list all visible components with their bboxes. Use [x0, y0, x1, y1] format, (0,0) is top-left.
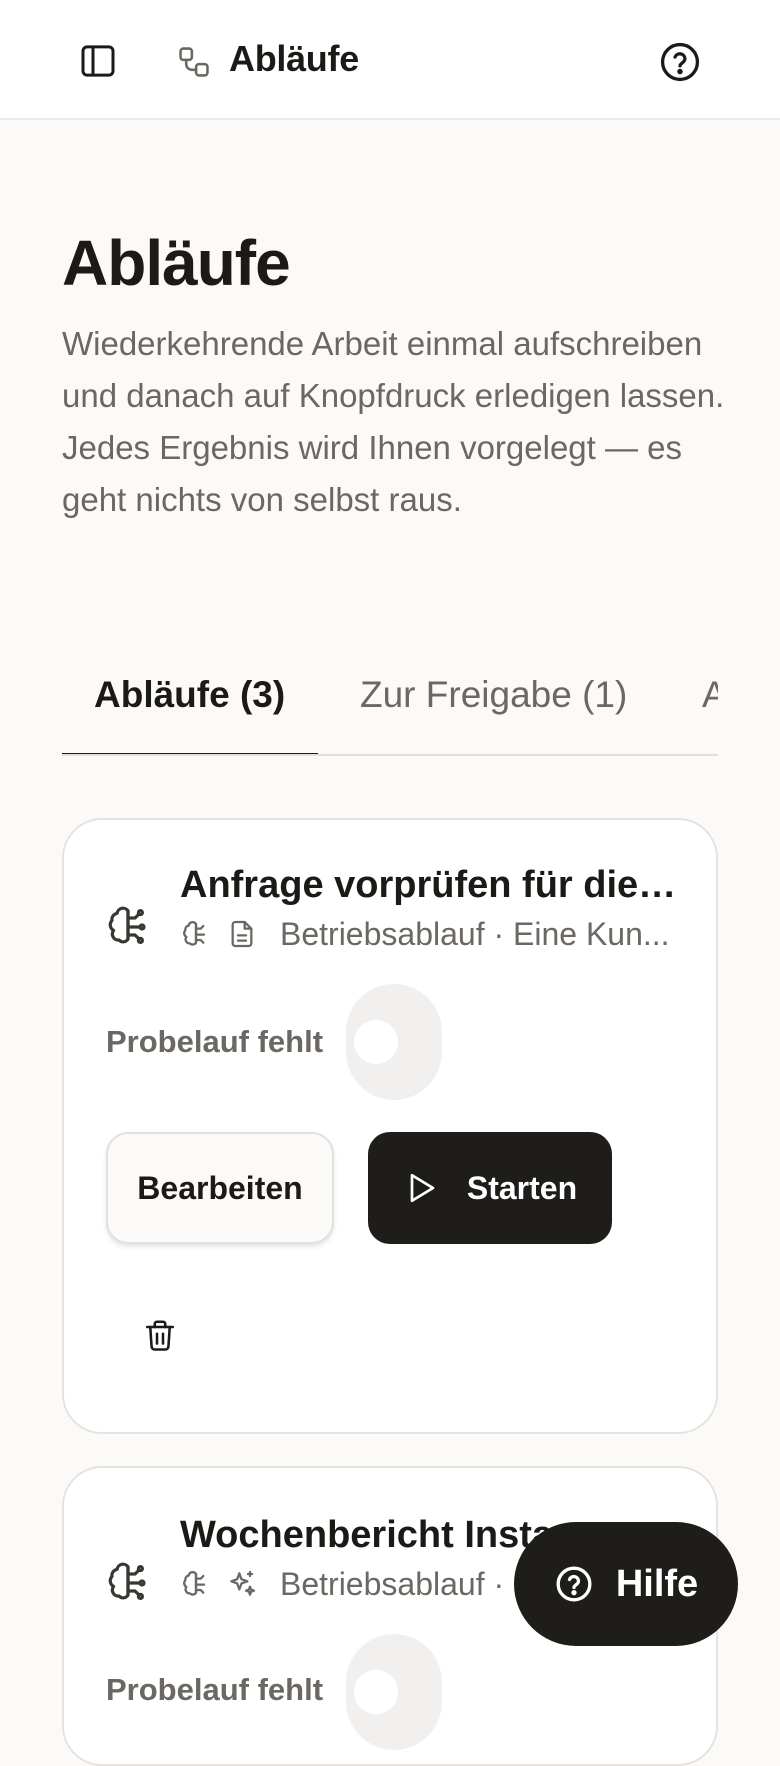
workflow-icon [174, 42, 214, 82]
start-button[interactable]: Starten [368, 1132, 612, 1244]
brain-icon [180, 1568, 212, 1600]
sidebar-panel-icon[interactable] [70, 36, 126, 86]
help-button[interactable]: Hilfe [514, 1522, 738, 1646]
topbar-title: Abläufe [229, 38, 359, 79]
sparkles-icon [226, 1568, 258, 1600]
toggle-knob [354, 1020, 398, 1064]
active-tab-indicator [62, 753, 318, 754]
trial-status-label: Probelauf fehlt [106, 1672, 324, 1707]
trial-toggle[interactable] [346, 1634, 442, 1750]
page-title: Abläufe [62, 227, 291, 299]
workflow-card: Anfrage vorprüfen für die ... Betriebsab… [62, 818, 718, 1434]
help-circle-icon[interactable] [654, 36, 706, 88]
brain-icon [104, 1558, 152, 1606]
trial-status-label: Probelauf fehlt [106, 1024, 324, 1059]
document-icon [226, 918, 258, 950]
toggle-knob [354, 1670, 398, 1714]
edit-button[interactable]: Bearbeiten [106, 1132, 334, 1244]
card-meta-text: Betriebsablauf · Eine Kun... [280, 915, 670, 952]
brain-icon [104, 902, 152, 950]
top-bar: Abläufe [0, 0, 780, 120]
page-description: Wiederkehrende Arbeit einmal aufschreibe… [62, 325, 725, 518]
card-meta: Betriebsablauf · Eine Kun... [180, 914, 690, 954]
tab-overflow[interactable]: A [702, 674, 718, 716]
card-meta-text: Betriebsablauf · [280, 1565, 505, 1602]
card-title[interactable]: Anfrage vorprüfen für die ... [180, 864, 680, 907]
tab-zur-freigabe[interactable]: Zur Freigabe (1) [360, 674, 627, 716]
trial-toggle[interactable] [346, 984, 442, 1100]
trash-icon [145, 1320, 175, 1351]
tab-ablaeufe[interactable]: Abläufe (3) [94, 674, 285, 716]
delete-button[interactable] [140, 1314, 180, 1358]
tab-bar: Abläufe (3) Zur Freigabe (1) A [62, 660, 718, 756]
help-button-label: Hilfe [615, 1562, 699, 1605]
brain-icon [180, 918, 212, 950]
help-circle-icon [556, 1566, 592, 1602]
start-button-label: Starten [466, 1169, 578, 1206]
play-icon [410, 1173, 435, 1203]
